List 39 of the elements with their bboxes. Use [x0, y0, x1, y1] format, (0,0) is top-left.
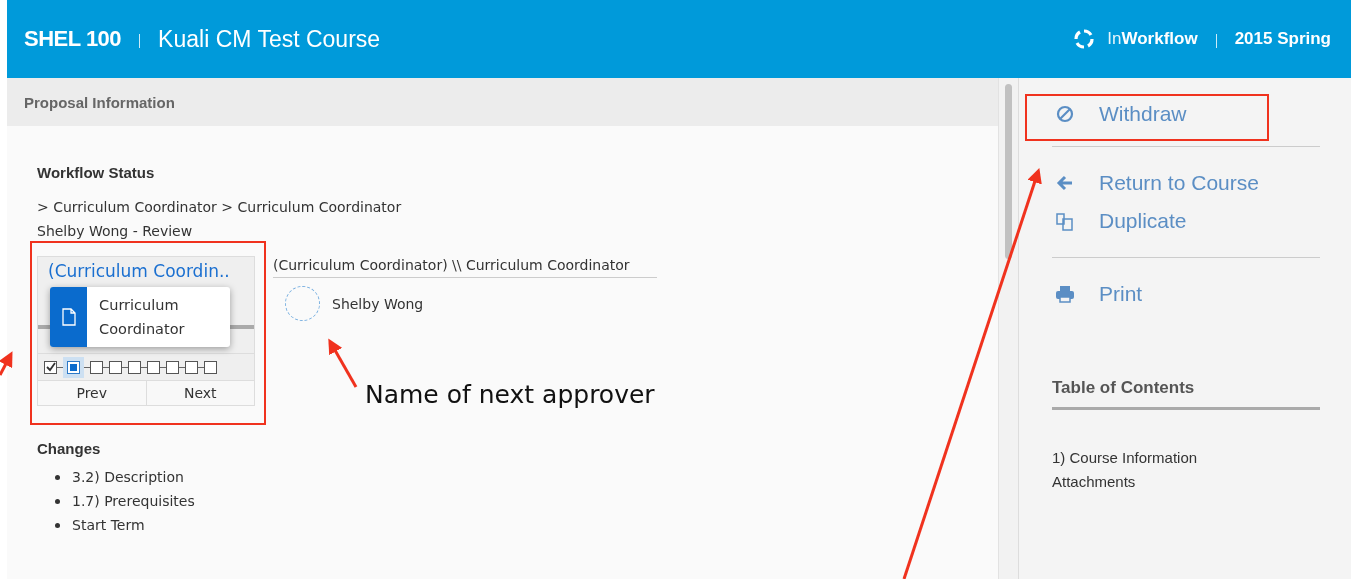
section-heading: Workflow Status: [37, 164, 156, 181]
course-code: SHEL 100: [24, 26, 122, 52]
term-label: 2015 Spring: [1234, 29, 1331, 49]
annotation-arrow: [328, 338, 358, 388]
step-checkbox[interactable]: [204, 360, 217, 374]
toc-title: Table of Contents: [1052, 378, 1320, 410]
refresh-icon: [1073, 28, 1096, 50]
step-checkbox[interactable]: [166, 360, 179, 374]
widget-title: (Curriculum Coordin..: [47, 260, 231, 283]
scrollbar-thumb[interactable]: [1005, 84, 1012, 259]
document-icon: [61, 308, 76, 326]
prohibited-icon: [1055, 105, 1075, 123]
step-checkbox[interactable]: [44, 360, 57, 374]
change-item: 3.2) Description: [72, 468, 184, 487]
section-heading: Changes: [37, 440, 102, 457]
toc-item[interactable]: 1) Course Information: [1052, 446, 1320, 470]
approver-name: Shelby Wong: [332, 294, 424, 314]
tooltip-text: Curriculum Coordinator: [98, 296, 186, 339]
step-checkbox[interactable]: [185, 360, 198, 374]
course-title: Kuali CM Test Course: [158, 25, 381, 53]
next-button[interactable]: Next: [145, 381, 254, 405]
toc-item[interactable]: Attachments: [1052, 470, 1320, 494]
change-item: 1.7) Prerequisites: [72, 492, 195, 511]
workflow-status: InWorkflow: [1107, 29, 1198, 49]
panel-title: Proposal Information: [24, 93, 175, 111]
step-checkbox[interactable]: [109, 360, 122, 374]
annotation-arrow: [0, 351, 13, 376]
step-checkbox[interactable]: [128, 360, 141, 374]
step-checkbox[interactable]: [147, 360, 160, 374]
node-title: (Curriculum Coordinator) \\ Curriculum Coordinator: [273, 255, 657, 278]
copy-icon: [1055, 211, 1075, 231]
current-step: Shelby Wong - Review: [37, 219, 998, 243]
back-arrow-icon: [1055, 174, 1075, 192]
step-checkbox[interactable]: [90, 360, 103, 374]
prev-button[interactable]: Prev: [38, 381, 146, 405]
workflow-path: > Curriculum Coordinator > Curriculum Coordinator: [37, 198, 403, 217]
change-item: Start Term: [72, 516, 145, 535]
callout-text: Name of next approver: [365, 380, 655, 409]
printer-icon: [1055, 285, 1075, 303]
